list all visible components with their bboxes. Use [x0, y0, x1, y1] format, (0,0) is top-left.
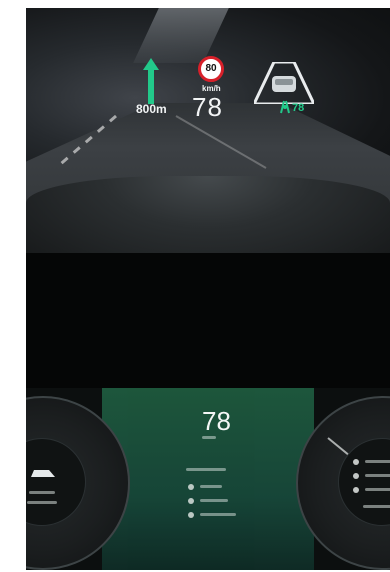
- speed-limit-sign: 80: [198, 56, 224, 82]
- distance-icon: [353, 473, 359, 479]
- right-gauge: [296, 396, 390, 570]
- fuel-economy-icon: [188, 512, 194, 518]
- fuel-economy-blur: [200, 513, 236, 516]
- trip-time-blur: [200, 499, 228, 502]
- nav-distance: 800m: [136, 102, 167, 116]
- time-blur: [365, 488, 390, 491]
- dashboard-photo: 800m 80 km/h 78 78 78: [26, 8, 390, 570]
- lane-assist-car-icon: [254, 62, 314, 104]
- left-gauge-inner: [26, 438, 86, 526]
- odometer-blur: [29, 491, 55, 494]
- cluster-speed: 78: [202, 406, 231, 436]
- lane-keeping-icon: [280, 100, 290, 114]
- trip-distance-icon: [188, 484, 194, 490]
- instrument-cluster: 78: [26, 388, 390, 570]
- range-blur: [365, 460, 390, 463]
- time-icon: [353, 487, 359, 493]
- dashboard-dark-area: [26, 253, 390, 403]
- odometer-label-blur: [27, 501, 57, 504]
- trip-time-icon: [188, 498, 194, 504]
- nav-straight-arrow-icon: [143, 58, 159, 104]
- trip-label-blur: [186, 468, 226, 471]
- hud-current-speed: 78: [192, 92, 223, 122]
- car-icon: [31, 470, 55, 477]
- range-icon: [353, 459, 359, 465]
- hud-lane-speed: 78: [292, 102, 305, 114]
- trip-distance-blur: [200, 485, 222, 488]
- distance-blur: [365, 474, 390, 477]
- drive-info-blur: [363, 505, 390, 508]
